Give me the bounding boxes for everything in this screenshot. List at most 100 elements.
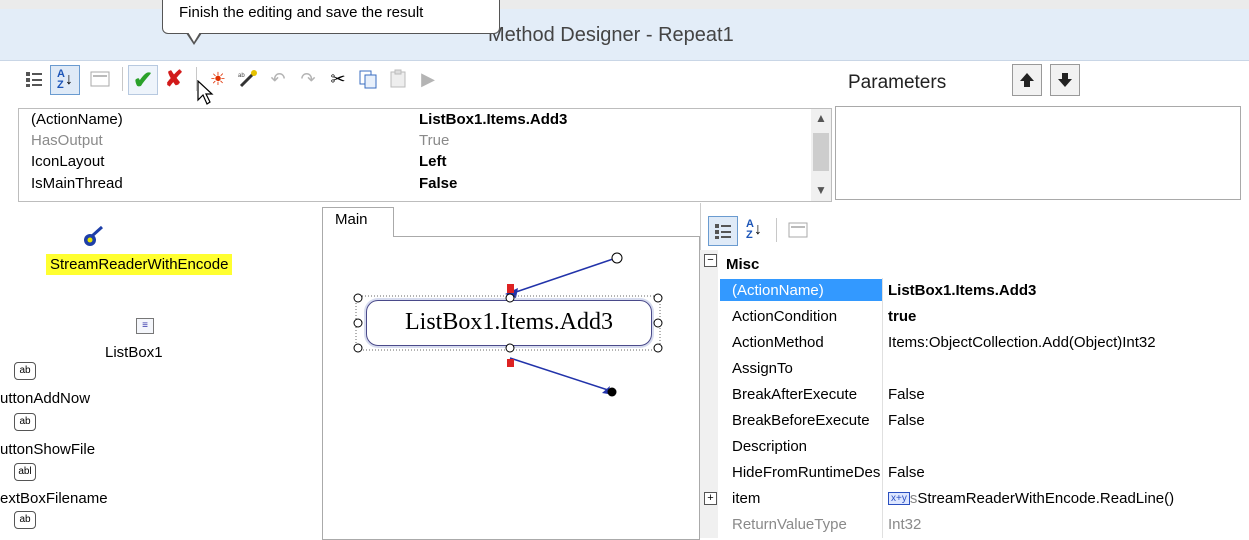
- property-value[interactable]: x+y sStreamReaderWithEncode.ReadLine(): [888, 490, 1174, 507]
- property-row[interactable]: HideFromRuntimeDesigner False: [700, 460, 1249, 486]
- property-value[interactable]: False: [888, 386, 925, 403]
- button-icon[interactable]: ab: [14, 362, 36, 380]
- property-key: BreakBeforeExecute: [732, 412, 870, 429]
- move-up-icon[interactable]: [1012, 64, 1042, 96]
- section-header[interactable]: − Misc: [700, 252, 1249, 278]
- textbox-filename-label[interactable]: extBoxFilename: [0, 490, 108, 507]
- property-row[interactable]: + item x+y sStreamReaderWithEncode.ReadLi…: [700, 486, 1249, 512]
- property-grid-toolbar: A Z ↓: [700, 214, 1249, 248]
- button-icon[interactable]: ab: [14, 413, 36, 431]
- vertical-scrollbar[interactable]: ▲ ▼: [811, 109, 831, 201]
- tab-main[interactable]: Main: [322, 207, 394, 237]
- input-port-circle: [611, 252, 623, 264]
- property-key: (ActionName): [720, 279, 882, 301]
- scroll-up-icon[interactable]: ▲: [815, 111, 827, 125]
- section-title: Misc: [726, 256, 760, 273]
- parameters-label: Parameters: [848, 72, 947, 93]
- property-key: (ActionName): [31, 111, 123, 128]
- cancel-x-icon[interactable]: ✘: [160, 65, 188, 93]
- method-toolbar: A Z ↓ ✔ ✘ ☀ ab ↶ ↷ ✂ ▶: [20, 63, 830, 99]
- output-port-dot: [607, 387, 617, 397]
- move-down-icon[interactable]: [1050, 64, 1080, 96]
- magic-wand-icon[interactable]: ab: [234, 65, 262, 93]
- property-row[interactable]: (ActionName) ListBox1.Items.Add3: [700, 278, 1249, 304]
- cut-icon[interactable]: ✂: [324, 65, 352, 93]
- listbox-label[interactable]: ListBox1: [105, 344, 163, 361]
- property-row[interactable]: ActionCondition true: [700, 304, 1249, 330]
- stream-reader-icon[interactable]: [82, 224, 106, 254]
- column-divider: [882, 356, 883, 382]
- button-add-now-label[interactable]: uttonAddNow: [0, 390, 90, 407]
- property-row[interactable]: ActionMethod Items:ObjectCollection.Add(…: [700, 330, 1249, 356]
- property-value[interactable]: False: [888, 464, 925, 481]
- property-pages-icon[interactable]: [784, 216, 812, 244]
- redo-icon[interactable]: ↷: [294, 65, 322, 93]
- paste-icon[interactable]: [384, 65, 412, 93]
- column-divider: [882, 486, 883, 512]
- property-key: Description: [732, 438, 808, 455]
- property-key: ReturnValueType: [732, 516, 847, 533]
- property-row[interactable]: IconLayout Left: [19, 151, 809, 171]
- property-row[interactable]: HasOutput True: [19, 130, 809, 150]
- save-tooltip: Finish the editing and save the result: [162, 0, 500, 34]
- column-divider: [882, 382, 883, 408]
- column-divider: [882, 330, 883, 356]
- property-value[interactable]: true: [888, 308, 916, 325]
- column-divider: [882, 434, 883, 460]
- property-row[interactable]: BreakAfterExecute False: [700, 382, 1249, 408]
- parameters-list[interactable]: [835, 106, 1241, 200]
- run-icon[interactable]: ▶: [414, 65, 442, 93]
- property-key: ActionMethod: [732, 334, 824, 351]
- property-key: BreakAfterExecute: [732, 386, 858, 403]
- output-connector-line: [509, 357, 609, 391]
- tooltip-tail-fill: [188, 32, 200, 42]
- copy-icon[interactable]: [354, 65, 382, 93]
- connector-lines: [505, 252, 623, 397]
- window-title: Method Designer - Repeat1: [488, 24, 734, 46]
- property-key: item: [732, 490, 761, 507]
- property-value[interactable]: Items:ObjectCollection.Add(Object)Int32: [888, 334, 1156, 351]
- top-property-grid: (ActionName) ListBox1.Items.Add3 HasOutp…: [18, 108, 832, 202]
- property-row[interactable]: ReturnValueType Int32: [700, 512, 1249, 538]
- column-divider: [882, 408, 883, 434]
- property-row[interactable]: (ActionName) ListBox1.Items.Add3: [19, 109, 809, 129]
- collapse-icon[interactable]: −: [704, 254, 717, 267]
- categorized-icon[interactable]: [20, 65, 48, 93]
- property-row[interactable]: BreakBeforeExecute False: [700, 408, 1249, 434]
- expand-icon[interactable]: +: [704, 492, 717, 505]
- property-value[interactable]: ListBox1.Items.Add3: [888, 282, 1036, 299]
- sort-alpha-icon[interactable]: A Z ↓: [740, 216, 768, 244]
- property-row[interactable]: AssignTo: [700, 356, 1249, 382]
- property-value[interactable]: Int32: [888, 516, 921, 533]
- sort-alpha-icon[interactable]: A Z ↓: [50, 65, 80, 95]
- stream-reader-label[interactable]: StreamReaderWithEncode: [46, 254, 233, 275]
- column-divider: [882, 512, 883, 538]
- button-icon[interactable]: ab: [14, 511, 36, 529]
- expression-icon: x+y: [888, 492, 910, 505]
- undo-icon[interactable]: ↶: [264, 65, 292, 93]
- scroll-down-icon[interactable]: ▼: [815, 183, 827, 197]
- property-value[interactable]: Left: [419, 153, 447, 170]
- property-value[interactable]: False: [888, 412, 925, 429]
- checkmark-icon[interactable]: ✔: [128, 65, 158, 95]
- toolbar-separator: [776, 218, 777, 242]
- input-connector-line: [509, 257, 617, 295]
- property-row[interactable]: IsMainThread False: [19, 173, 809, 193]
- scroll-thumb[interactable]: [813, 133, 829, 171]
- property-key: IconLayout: [31, 153, 105, 170]
- property-value[interactable]: False: [419, 175, 457, 192]
- property-value[interactable]: True: [419, 132, 449, 149]
- property-key: IsMainThread: [31, 175, 123, 192]
- property-key: ActionCondition: [732, 308, 838, 325]
- property-row[interactable]: Description: [700, 434, 1249, 460]
- listbox-icon[interactable]: ≡: [136, 318, 154, 334]
- categorized-icon[interactable]: [708, 216, 738, 246]
- property-value[interactable]: ListBox1.Items.Add3: [419, 111, 567, 128]
- property-pages-icon[interactable]: [86, 65, 114, 93]
- toolbar-separator: [122, 67, 123, 91]
- selection-handles: [353, 293, 663, 353]
- item-expression-value: StreamReaderWithEncode.ReadLine(): [917, 490, 1175, 507]
- property-key: HideFromRuntimeDesigner: [732, 464, 880, 481]
- button-show-file-label[interactable]: uttonShowFile: [0, 441, 95, 458]
- textbox-icon[interactable]: abl: [14, 463, 36, 481]
